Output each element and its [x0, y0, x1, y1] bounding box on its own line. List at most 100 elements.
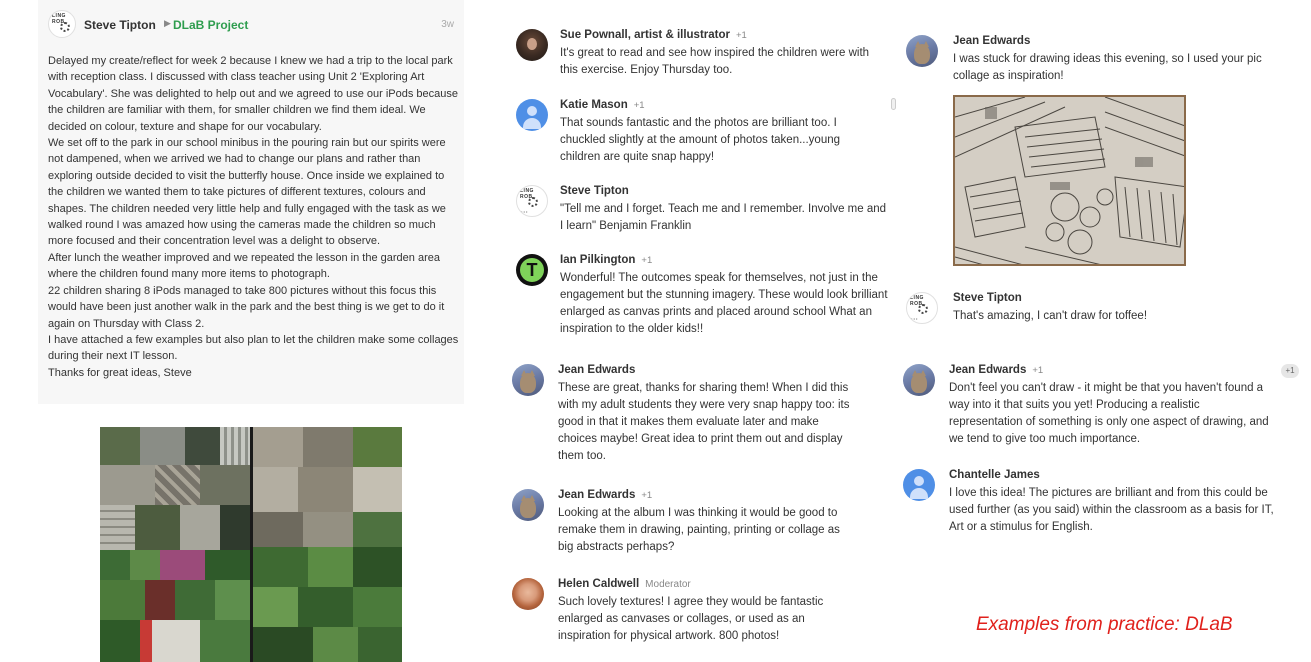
photo-collage[interactable] — [100, 427, 402, 662]
collage-tile — [253, 512, 303, 547]
comment: LING ROB • • • Steve Tipton "Tell me and … — [516, 185, 888, 237]
comment-author[interactable]: Steve Tipton — [560, 185, 629, 197]
avatar[interactable] — [512, 578, 544, 610]
avatar[interactable]: LING ROB • • • — [516, 185, 548, 217]
person-icon — [914, 476, 924, 486]
avatar[interactable] — [906, 35, 938, 67]
comment-text: That's amazing, I can't draw for toffee! — [953, 310, 1148, 322]
comment-text: It's great to read and see how inspired … — [560, 47, 870, 76]
comment-author[interactable]: Jean Edwards — [558, 364, 635, 376]
comment: Jean Edwards +1 Looking at the album I wa… — [512, 489, 888, 559]
collage-tile — [353, 547, 402, 587]
post-paragraph: I have attached a few examples but also … — [48, 333, 459, 363]
collage-tile — [205, 550, 250, 580]
collage-tile — [135, 505, 180, 550]
comment-text: I was stuck for drawing ideas this eveni… — [953, 53, 1262, 82]
post-header: LING ROB Steve Tipton ▶ DLaB Project 3w — [48, 10, 458, 40]
post-paragraph: We set off to the park in our school min… — [48, 137, 446, 248]
collage-tile — [253, 627, 313, 662]
comment: Jean Edwards I was stuck for drawing ide… — [906, 35, 1296, 89]
post-author[interactable]: Steve Tipton — [84, 18, 156, 32]
collage-tile — [253, 467, 298, 512]
person-icon — [527, 106, 537, 116]
post-community[interactable]: DLaB Project — [173, 18, 248, 32]
post-paragraph: Thanks for great ideas, Steve — [48, 366, 192, 379]
role-badge: Moderator — [645, 579, 691, 590]
collage-tile — [253, 587, 298, 627]
drawing-photo[interactable] — [953, 95, 1186, 266]
collage-tile — [353, 512, 402, 547]
collage-tile — [200, 620, 250, 662]
comment-text: Wonderful! The outcomes speak for themse… — [560, 272, 888, 335]
post-paragraph: 22 children sharing 8 iPods managed to t… — [48, 284, 445, 330]
drawing-illustration — [955, 97, 1184, 264]
avatar[interactable] — [516, 29, 548, 61]
collage-tile — [140, 427, 185, 465]
comment-text: Looking at the album I was thinking it w… — [558, 507, 840, 553]
avatar[interactable] — [903, 364, 935, 396]
avatar[interactable] — [512, 489, 544, 521]
comment: LING ROB • • • Steve Tipton That's amazin… — [906, 292, 1296, 332]
avatar[interactable] — [516, 99, 548, 131]
comment-author[interactable]: Jean Edwards — [953, 35, 1030, 47]
collage-tile — [145, 580, 175, 620]
plus-one-count[interactable]: +1 — [1032, 365, 1043, 376]
rose-icon — [918, 304, 928, 314]
collage-tile — [152, 620, 200, 662]
scroll-indicator[interactable] — [891, 98, 896, 110]
comment-author[interactable]: Jean Edwards — [949, 364, 1026, 376]
collage-tile — [298, 587, 353, 627]
comment-author[interactable]: Ian Pilkington — [560, 254, 635, 266]
collage-tile — [253, 547, 308, 587]
collage-tile — [100, 620, 140, 662]
school-logo-avatar[interactable]: LING ROB — [48, 10, 76, 38]
comment-text: Don't feel you can't draw - it might be … — [949, 382, 1269, 445]
collage-tile — [100, 505, 135, 550]
post-paragraph: After lunch the weather improved and we … — [48, 251, 440, 281]
post-timestamp[interactable]: 3w — [441, 19, 454, 30]
collage-tile — [353, 427, 402, 467]
comment-author[interactable]: Chantelle James — [949, 469, 1040, 481]
collage-tile — [220, 427, 250, 465]
comment: Katie Mason +1 That sounds fantastic and … — [516, 99, 888, 169]
post-paragraph: Delayed my create/reflect for week 2 bec… — [48, 55, 458, 133]
collage-tile — [155, 465, 200, 505]
collage-tile — [253, 427, 303, 467]
comment: Chantelle James I love this idea! The pi… — [903, 469, 1283, 539]
plus-one-count[interactable]: +1 — [634, 100, 645, 111]
avatar[interactable] — [512, 364, 544, 396]
plus-one-count[interactable]: +1 — [641, 255, 652, 266]
collage-tile — [220, 505, 250, 550]
post-body: Delayed my create/reflect for week 2 bec… — [48, 53, 460, 381]
comment-author[interactable]: Sue Pownall, artist & illustrator — [560, 29, 730, 41]
avatar[interactable]: LING ROB • • • — [906, 292, 938, 324]
collage-tile — [298, 467, 353, 512]
collage-tile — [200, 465, 250, 505]
collage-tile — [303, 512, 353, 547]
comment: Sue Pownall, artist & illustrator +1 It's… — [516, 29, 888, 83]
rose-icon — [528, 197, 538, 207]
plus-one-count[interactable]: +1 — [736, 30, 747, 41]
rose-icon — [60, 22, 70, 32]
avatar[interactable] — [903, 469, 935, 501]
comment: T Ian Pilkington +1 Wonderful! The outcom… — [516, 254, 888, 340]
collage-tile — [353, 587, 402, 627]
comment-text: That sounds fantastic and the photos are… — [560, 117, 841, 163]
collage-tile — [100, 465, 155, 505]
collage-tile — [185, 427, 220, 465]
arrow-right-icon: ▶ — [164, 18, 171, 28]
collage-tile — [215, 580, 250, 620]
comment-author[interactable]: Helen Caldwell — [558, 578, 639, 590]
collage-tile — [313, 627, 358, 662]
plus-one-button[interactable]: +1 — [1281, 364, 1299, 378]
comment-author[interactable]: Katie Mason — [560, 99, 628, 111]
collage-tile — [140, 620, 152, 662]
comment-author[interactable]: Jean Edwards — [558, 489, 635, 501]
main-post: LING ROB Steve Tipton ▶ DLaB Project 3w … — [38, 0, 464, 404]
collage-tile — [180, 505, 220, 550]
plus-one-count[interactable]: +1 — [641, 490, 652, 501]
comment-text: I love this idea! The pictures are brill… — [949, 487, 1274, 533]
comment-author[interactable]: Steve Tipton — [953, 292, 1022, 304]
comment-text: These are great, thanks for sharing them… — [558, 382, 850, 462]
avatar[interactable]: T — [516, 254, 548, 286]
